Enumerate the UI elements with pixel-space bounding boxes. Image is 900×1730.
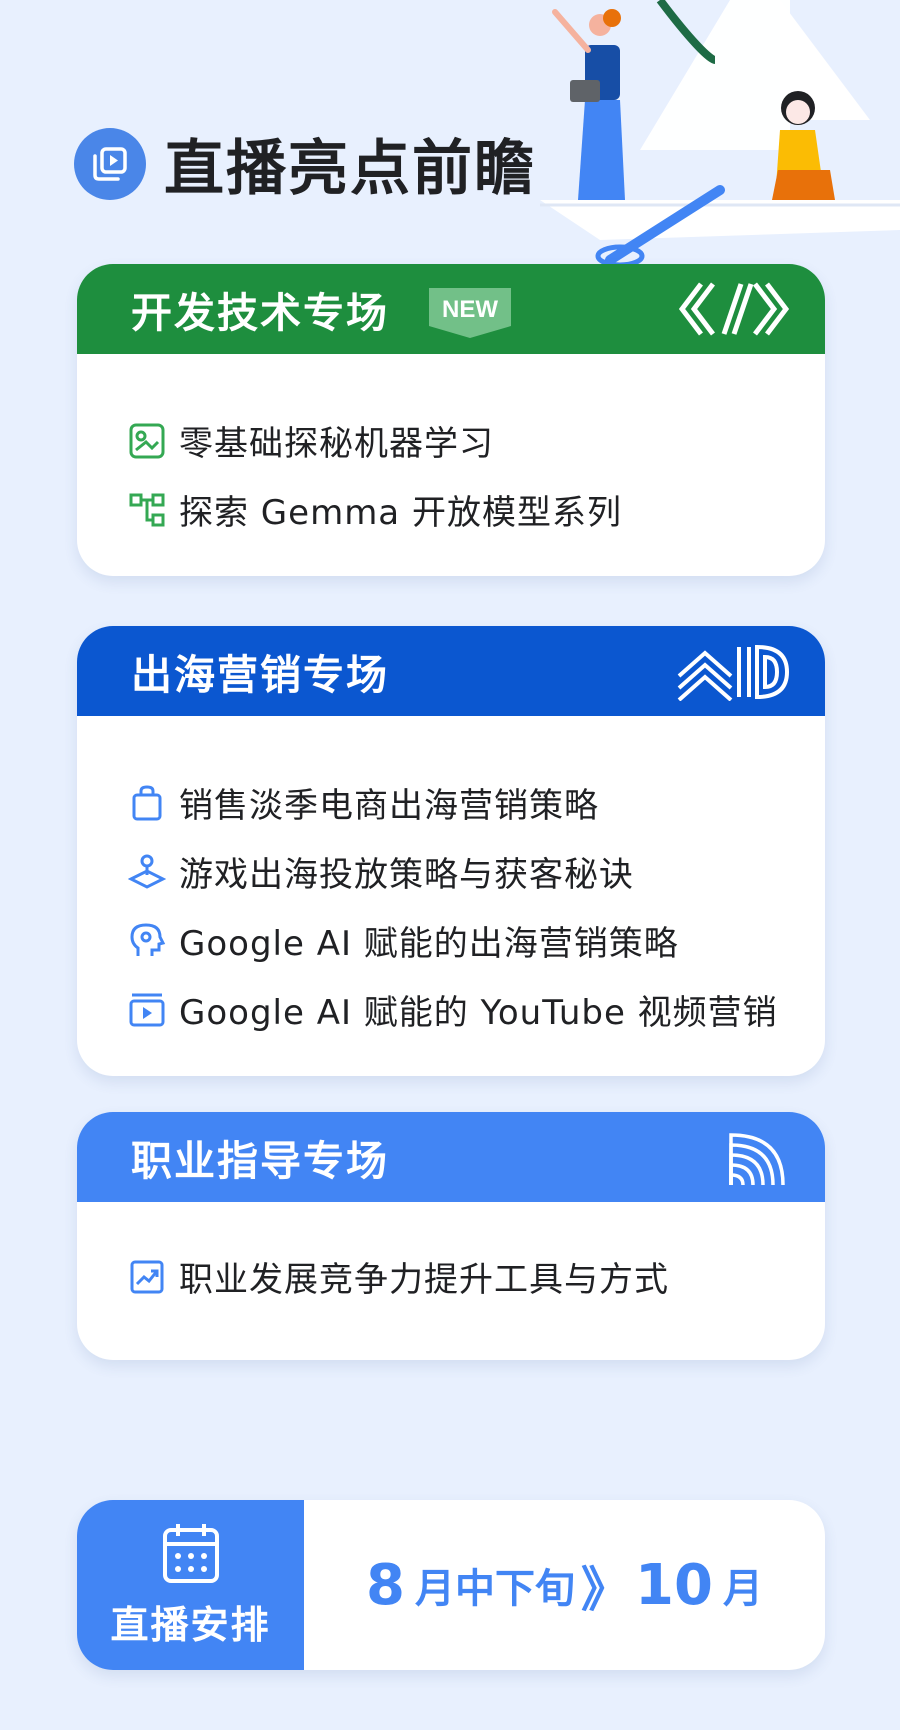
schedule-dates: 8 月中下旬 》 10 月 [304,1500,825,1670]
schedule-label-block: 直播安排 [77,1500,304,1670]
list-item: Google AI 赋能的出海营销策略 [127,906,825,975]
section-card-career: 职业指导专场 职业发展竞争力提升工具与方式 [77,1112,825,1360]
list-item: Google AI 赋能的 YouTube 视频营销 [127,975,825,1044]
page-title: 直播亮点前瞻 [164,134,536,204]
schedule-end-number: 10 [635,1552,713,1618]
page-header: 直播亮点前瞻 [74,120,536,207]
schedule-end-text: 月 [722,1566,763,1612]
list-item: 游戏出海投放策略与获客秘诀 [127,837,825,906]
item-label: 职业发展竞争力提升工具与方式 [179,1260,669,1300]
model-tree-icon [127,490,167,530]
item-label: 游戏出海投放策略与获客秘诀 [179,855,634,895]
item-label: 销售淡季电商出海营销策略 [179,786,599,826]
section-title-dev: 开发技术专场 [131,289,389,337]
schedule-start-text: 月中下旬 [415,1566,575,1612]
signal-arcs-icon [729,1133,785,1186]
new-badge-label: NEW [442,296,498,323]
item-label: Google AI 赋能的出海营销策略 [179,924,679,964]
schedule-start-number: 8 [366,1552,405,1618]
section-card-dev: 开发技术专场 NEW 零基础探秘机器学习 探索 Gemma 开放模型系列 [77,264,825,576]
list-item: 零基础探秘机器学习 [127,406,825,475]
video-play-icon [127,990,167,1030]
list-item: 销售淡季电商出海营销策略 [127,768,825,837]
ai-head-icon [127,921,167,961]
calendar-icon [162,1523,219,1583]
machine-learning-icon [127,421,167,461]
section-card-marketing: 出海营销专场 销售淡季电商出海营销策略 游戏出海投放策略与获客秘诀 Google… [77,626,825,1076]
item-label: Google AI 赋能的 YouTube 视频营销 [179,993,778,1033]
schedule-separator: 》 [581,1562,630,1618]
trending-up-icon [127,1257,167,1297]
section-body-career: 职业发展竞争力提升工具与方式 [77,1202,825,1311]
item-label: 探索 Gemma 开放模型系列 [179,493,622,533]
schedule-label: 直播安排 [110,1602,271,1647]
new-badge: NEW [429,288,511,338]
schedule-card: 直播安排 8 月中下旬 》 10 月 [77,1500,825,1670]
section-body-dev: 零基础探秘机器学习 探索 Gemma 开放模型系列 [77,354,825,544]
section-body-marketing: 销售淡季电商出海营销策略 游戏出海投放策略与获客秘诀 Google AI 赋能的… [77,716,825,1044]
section-header-marketing: 出海营销专场 [77,626,825,716]
shopping-bag-icon [127,783,167,823]
ads-chevron-logo-icon [677,644,789,701]
list-item: 探索 Gemma 开放模型系列 [127,475,825,544]
game-joystick-icon [127,852,167,892]
list-item: 职业发展竞争力提升工具与方式 [127,1242,825,1311]
section-header-dev: 开发技术专场 NEW [77,264,825,354]
section-header-career: 职业指导专场 [77,1112,825,1202]
video-library-icon [74,127,146,200]
section-title-career: 职业指导专场 [131,1137,389,1185]
hero-illustration [540,0,900,268]
item-label: 零基础探秘机器学习 [179,424,494,464]
section-title-marketing: 出海营销专场 [131,651,389,699]
code-brackets-icon [679,282,789,336]
